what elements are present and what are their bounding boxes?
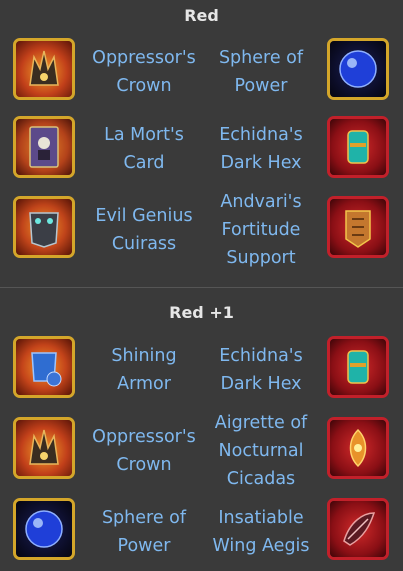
item-name[interactable]: Sphere of Power: [89, 496, 199, 568]
section-title: Red +1: [169, 303, 234, 322]
item-row: La Mort's Card Echidna's Dark Hex: [0, 113, 403, 185]
oppressors-crown-icon[interactable]: [13, 38, 75, 100]
item-name[interactable]: Insatiable Wing Aegis: [206, 496, 316, 568]
aigrette-of-nocturnal-cicadas-icon[interactable]: [327, 417, 389, 479]
shining-armor-icon[interactable]: [13, 336, 75, 398]
evil-genius-cuirass-icon[interactable]: [13, 196, 75, 258]
sphere-of-power-icon[interactable]: [327, 38, 389, 100]
sphere-of-power-icon[interactable]: [13, 498, 75, 560]
item-name[interactable]: Sphere of Power: [206, 36, 316, 108]
item-name[interactable]: Echidna's Dark Hex: [206, 334, 316, 406]
insatiable-wing-aegis-icon[interactable]: [327, 498, 389, 560]
item-name[interactable]: Andvari's Fortitude Support: [206, 192, 316, 268]
item-row: Shining Armor Echidna's Dark Hex: [0, 334, 403, 406]
oppressors-crown-icon[interactable]: [13, 417, 75, 479]
item-row: Sphere of Power Insatiable Wing Aegis: [0, 496, 403, 568]
section-red: Red Oppressor's Crown Sphere of Power La…: [0, 0, 403, 287]
echidnas-dark-hex-icon[interactable]: [327, 336, 389, 398]
item-name[interactable]: Oppressor's Crown: [89, 36, 199, 108]
item-name[interactable]: Aigrette of Nocturnal Cicadas: [206, 413, 316, 489]
item-name[interactable]: Oppressor's Crown: [89, 415, 199, 487]
section-red-plus-1: Red +1 Shining Armor Echidna's Dark Hex …: [0, 288, 403, 571]
la-morts-card-icon[interactable]: [13, 116, 75, 178]
andvaris-fortitude-support-icon[interactable]: [327, 196, 389, 258]
item-name[interactable]: Shining Armor: [89, 334, 199, 406]
item-row: Oppressor's Crown Aigrette of Nocturnal …: [0, 413, 403, 489]
item-name[interactable]: La Mort's Card: [89, 113, 199, 185]
item-name[interactable]: Echidna's Dark Hex: [206, 113, 316, 185]
echidnas-dark-hex-icon[interactable]: [327, 116, 389, 178]
item-row: Oppressor's Crown Sphere of Power: [0, 36, 403, 108]
item-name[interactable]: Evil Genius Cuirass: [89, 194, 199, 266]
item-row: Evil Genius Cuirass Andvari's Fortitude …: [0, 192, 403, 268]
section-title: Red: [184, 6, 219, 25]
